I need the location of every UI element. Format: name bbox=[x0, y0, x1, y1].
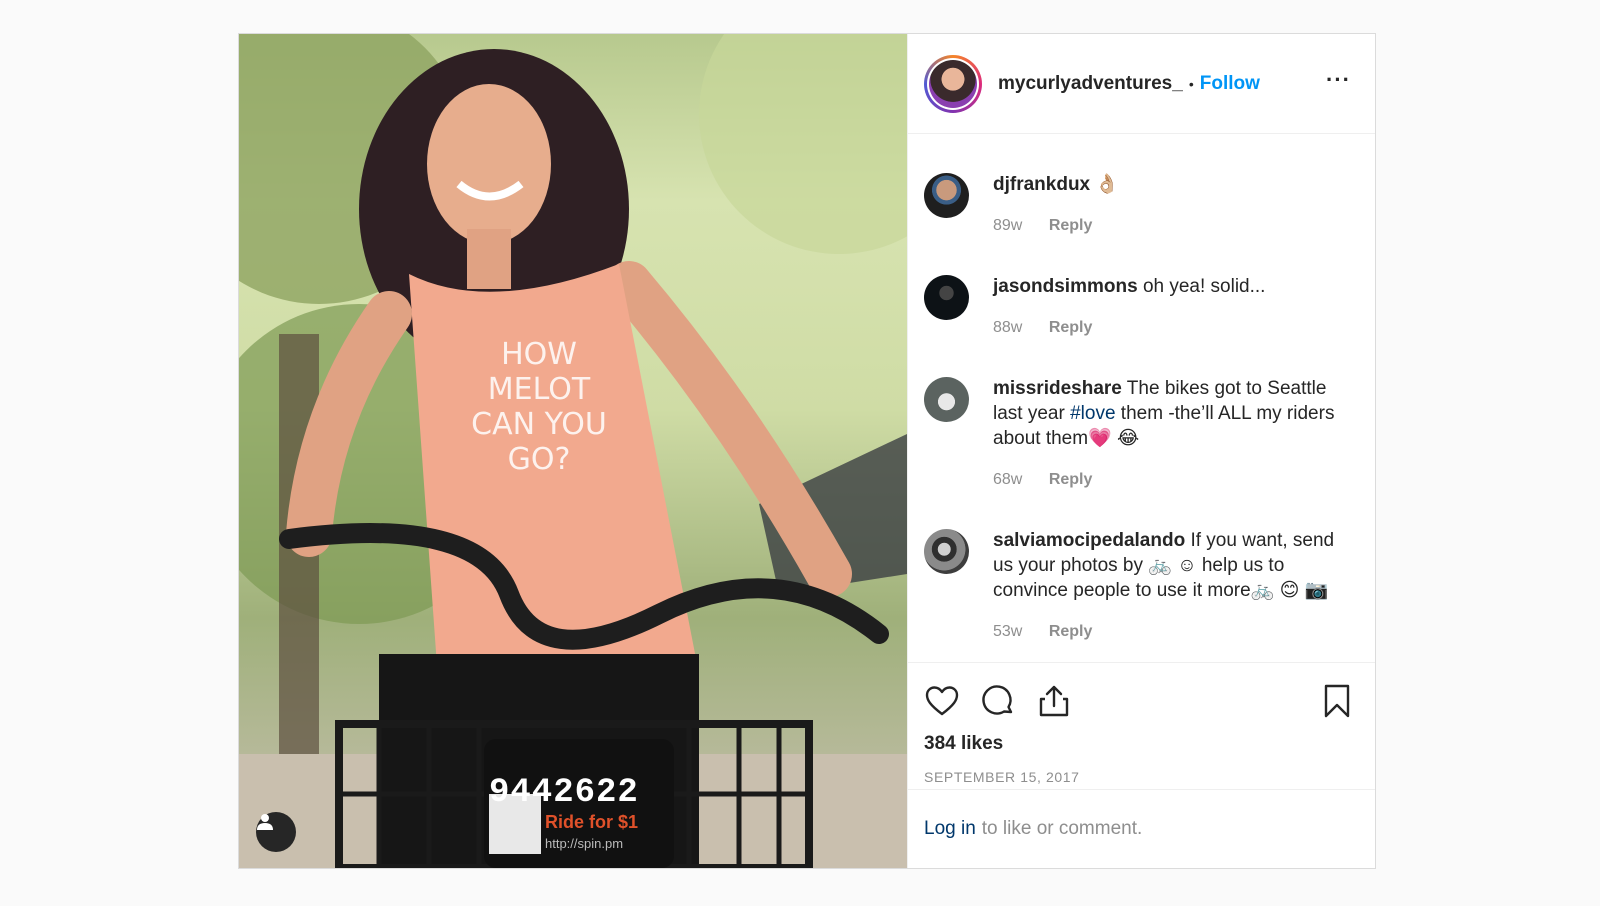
reply-button[interactable]: Reply bbox=[1049, 471, 1093, 488]
login-prompt-text: to like or comment. bbox=[981, 818, 1143, 839]
commenter-avatar[interactable] bbox=[924, 529, 969, 574]
person-icon bbox=[257, 814, 273, 830]
post-card: HOW MELOT CAN YOU GO? 9442622 Ride for $… bbox=[238, 33, 1376, 869]
comment-icon[interactable] bbox=[980, 683, 1016, 719]
bookmark-icon[interactable] bbox=[1319, 683, 1355, 719]
svg-text:HOW: HOW bbox=[501, 337, 577, 372]
author-avatar[interactable] bbox=[924, 54, 982, 113]
comment-age[interactable]: 89w bbox=[993, 217, 1022, 234]
comment-username[interactable]: salviamocipedalando bbox=[993, 530, 1185, 551]
separator-dot: • bbox=[1188, 75, 1194, 92]
plate-text: Ride for $1 bbox=[545, 812, 639, 832]
user-tags-button[interactable] bbox=[256, 812, 296, 852]
reply-button[interactable]: Reply bbox=[1049, 217, 1093, 234]
svg-text:GO?: GO? bbox=[508, 442, 571, 477]
commenter-avatar[interactable] bbox=[924, 377, 969, 422]
svg-text:MELOT: MELOT bbox=[488, 372, 591, 407]
author-username[interactable]: mycurlyadventures_ bbox=[998, 73, 1183, 95]
reply-button[interactable]: Reply bbox=[1049, 623, 1093, 640]
comment-text: 👌🏼 bbox=[1095, 174, 1120, 195]
photo-illustration: HOW MELOT CAN YOU GO? bbox=[239, 34, 907, 868]
post-side-panel: mycurlyadventures_ • Follow ··· djfrankd… bbox=[907, 34, 1375, 868]
comment-item: salviamocipedalando If you want, send us… bbox=[924, 528, 1359, 644]
comment-age[interactable]: 88w bbox=[993, 319, 1022, 336]
comment-username[interactable]: missrideshare bbox=[993, 378, 1122, 399]
bike-number: 9442622 bbox=[489, 774, 639, 812]
comment-item: djfrankdux 👌🏼 89w Reply bbox=[924, 172, 1359, 238]
post-header: mycurlyadventures_ • Follow ··· bbox=[908, 34, 1375, 134]
comment-age[interactable]: 68w bbox=[993, 471, 1022, 488]
reply-button[interactable]: Reply bbox=[1049, 319, 1093, 336]
post-actions: 384 likes SEPTEMBER 15, 2017 bbox=[908, 662, 1375, 785]
like-heart-icon[interactable] bbox=[924, 683, 960, 719]
comment-username[interactable]: jasondsimmons bbox=[993, 276, 1138, 297]
login-link[interactable]: Log in bbox=[924, 818, 976, 840]
comment-text: oh yea! solid... bbox=[1142, 276, 1266, 297]
comment-hashtag[interactable]: #love bbox=[1070, 403, 1115, 424]
more-options-icon[interactable]: ··· bbox=[1326, 69, 1351, 91]
comment-username[interactable]: djfrankdux bbox=[993, 174, 1090, 195]
login-prompt: Log in to like or comment. bbox=[908, 789, 1375, 868]
comments-list[interactable]: djfrankdux 👌🏼 89w Reply jasondsimmons oh… bbox=[908, 134, 1375, 654]
comment-age[interactable]: 53w bbox=[993, 623, 1022, 640]
svg-text:CAN YOU: CAN YOU bbox=[471, 407, 607, 442]
share-icon[interactable] bbox=[1036, 683, 1072, 719]
commenter-avatar[interactable] bbox=[924, 275, 969, 320]
post-date: SEPTEMBER 15, 2017 bbox=[924, 769, 1080, 785]
comment-item: jasondsimmons oh yea! solid... 88w Reply bbox=[924, 274, 1359, 340]
post-photo[interactable]: HOW MELOT CAN YOU GO? 9442622 Ride for $… bbox=[239, 34, 907, 868]
follow-button[interactable]: Follow bbox=[1200, 73, 1260, 95]
likes-count[interactable]: 384 likes bbox=[924, 733, 1359, 755]
commenter-avatar[interactable] bbox=[924, 173, 969, 218]
plate-url: http://spin.pm bbox=[545, 836, 624, 851]
comment-item: missrideshare The bikes got to Seattle l… bbox=[924, 376, 1359, 492]
